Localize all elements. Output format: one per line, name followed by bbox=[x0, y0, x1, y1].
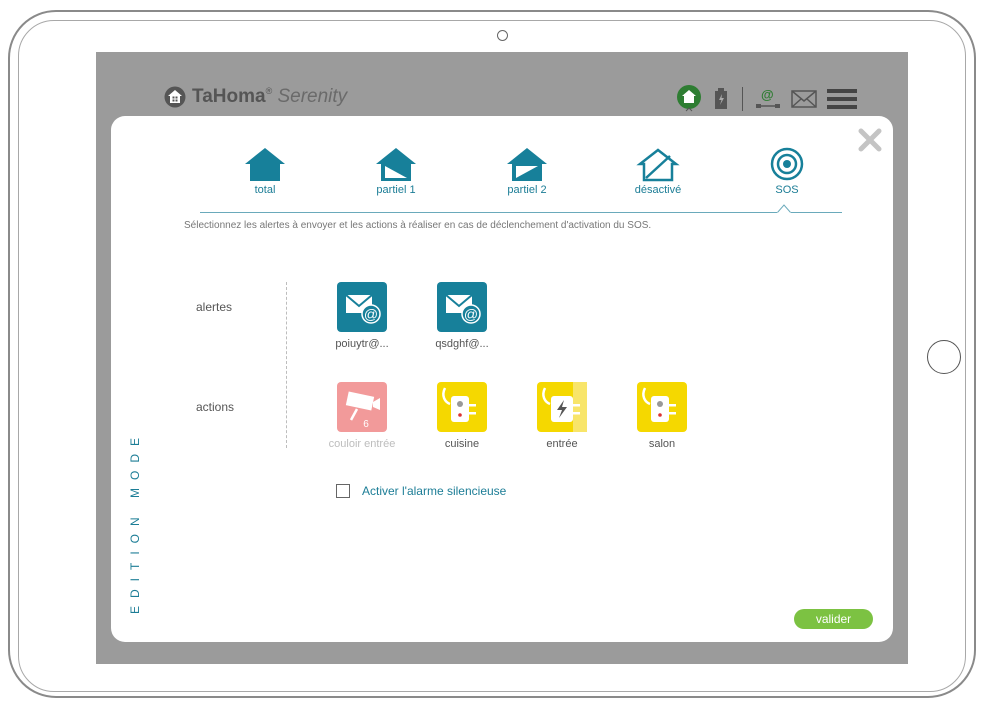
svg-text:@: @ bbox=[464, 306, 478, 322]
tab-total[interactable]: total bbox=[210, 146, 320, 196]
edition-mode-label: EDITION MODE bbox=[128, 429, 142, 614]
app-logo: TaHoma® Serenity bbox=[164, 86, 347, 108]
house-total-icon bbox=[245, 148, 285, 181]
action-entree[interactable]: entrée bbox=[517, 382, 607, 450]
action-caption: salon bbox=[648, 438, 676, 450]
top-toolbar: @ bbox=[676, 84, 857, 114]
action-caption: couloir entrée bbox=[328, 438, 396, 450]
tab-partiel-2[interactable]: partiel 2 bbox=[472, 146, 582, 196]
active-tab-indicator bbox=[777, 204, 791, 214]
action-caption: entrée bbox=[546, 438, 578, 450]
plug-lightning-icon bbox=[537, 382, 587, 432]
action-salon[interactable]: salon bbox=[617, 382, 707, 450]
home-button[interactable] bbox=[927, 340, 961, 374]
alert-caption: poiuytr@... bbox=[335, 338, 389, 350]
menu-icon[interactable] bbox=[827, 88, 857, 110]
valider-button[interactable]: valider bbox=[794, 609, 873, 629]
mode-tabs: total partiel 1 partiel 2 désactivé SOS bbox=[200, 146, 860, 206]
toolbar-divider bbox=[742, 87, 743, 111]
sos-description: Sélectionnez les alertes à envoyer et le… bbox=[184, 220, 652, 231]
alert-email-1[interactable]: @ poiuytr@... bbox=[317, 282, 407, 350]
svg-text:@: @ bbox=[364, 306, 378, 322]
action-couloir-entree[interactable]: 6 couloir entrée bbox=[317, 382, 407, 450]
tab-underline bbox=[200, 212, 842, 213]
camera-icon: 6 bbox=[337, 382, 387, 432]
house-logo-icon bbox=[164, 86, 186, 108]
close-icon[interactable] bbox=[858, 128, 882, 152]
row-separator bbox=[286, 282, 287, 448]
action-caption: cuisine bbox=[444, 438, 480, 450]
app-title: TaHoma® Serenity bbox=[192, 86, 348, 107]
sos-target-icon bbox=[770, 147, 804, 181]
silent-alarm-option[interactable]: Activer l'alarme silencieuse bbox=[336, 484, 506, 498]
svg-text:@: @ bbox=[761, 87, 774, 102]
tab-label: partiel 2 bbox=[507, 184, 547, 196]
action-cuisine[interactable]: cuisine bbox=[417, 382, 507, 450]
alertes-label: alertes bbox=[196, 300, 233, 314]
plug-icon bbox=[637, 382, 687, 432]
camera-badge: 6 bbox=[363, 419, 369, 430]
email-alert-icon: @ bbox=[337, 282, 387, 332]
alert-caption: qsdghf@... bbox=[435, 338, 489, 350]
tab-label: SOS bbox=[775, 184, 799, 196]
tab-label: partiel 1 bbox=[376, 184, 416, 196]
silent-alarm-checkbox[interactable] bbox=[336, 484, 350, 498]
battery-icon[interactable] bbox=[714, 88, 728, 110]
plug-icon bbox=[437, 382, 487, 432]
tab-desactive[interactable]: désactivé bbox=[603, 146, 713, 196]
house-partial-2-icon bbox=[507, 148, 547, 181]
house-disarmed-icon bbox=[636, 148, 680, 182]
email-alert-icon: @ bbox=[437, 282, 487, 332]
house-partial-1-icon bbox=[376, 148, 416, 181]
tab-partiel-1[interactable]: partiel 1 bbox=[341, 146, 451, 196]
tab-label: désactivé bbox=[634, 184, 682, 196]
camera-icon bbox=[497, 30, 508, 41]
tab-label: total bbox=[254, 184, 276, 196]
silent-alarm-label: Activer l'alarme silencieuse bbox=[362, 484, 507, 498]
network-at-icon[interactable]: @ bbox=[755, 87, 781, 111]
actions-label: actions bbox=[196, 400, 235, 414]
alarm-status-icon[interactable] bbox=[676, 84, 702, 114]
mail-icon[interactable] bbox=[791, 89, 817, 109]
alert-email-2[interactable]: @ qsdghf@... bbox=[417, 282, 507, 350]
tab-sos[interactable]: SOS bbox=[732, 146, 842, 196]
